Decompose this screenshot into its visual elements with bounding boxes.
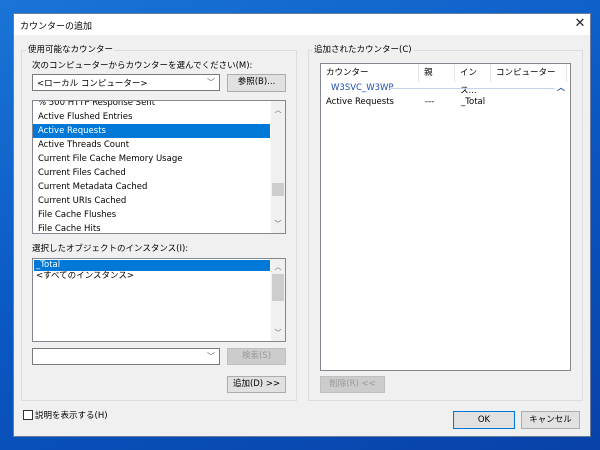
counter-item[interactable]: Active Flushed Entries [33, 110, 270, 124]
row-parent: --- [425, 97, 435, 107]
group-header[interactable]: W3SVC_W3WP [331, 83, 394, 93]
instance-item[interactable]: <すべてのインスタンス> [34, 271, 270, 282]
scroll-up-icon[interactable]: ︿ [271, 260, 285, 274]
scroll-thumb[interactable] [272, 183, 284, 196]
counter-list[interactable]: % 500 HTTP Response Sent Active Flushed E… [32, 100, 286, 234]
column-header-computer[interactable]: コンピューター [491, 64, 567, 82]
computer-value: <ローカル コンピューター> [37, 79, 148, 89]
scroll-down-icon[interactable]: ﹀ [271, 217, 285, 231]
group-divider [389, 88, 555, 89]
counter-item[interactable]: Current Metadata Cached [33, 180, 270, 194]
counter-item[interactable]: Current URIs Cached [33, 194, 270, 208]
added-counters-label: 追加されたカウンター(C) [312, 43, 414, 55]
chevron-down-icon: ﹀ [207, 352, 215, 361]
chevron-down-icon: ﹀ [207, 78, 215, 87]
column-header-instance[interactable]: インス... [455, 64, 491, 96]
browse-button[interactable]: 参照(B)... [227, 74, 286, 92]
cancel-button[interactable]: キャンセル [521, 411, 580, 429]
counter-item[interactable]: File Cache Flushes [33, 208, 270, 222]
scroll-thumb[interactable] [272, 274, 284, 301]
counter-item[interactable]: % 500 HTTP Response Sent [33, 101, 270, 110]
show-description-label[interactable]: 説明を表示する(H) [35, 409, 108, 421]
counter-list-scrollbar[interactable]: ︿ ﹀ [271, 101, 285, 233]
collapse-group-icon[interactable]: ︿ [557, 82, 565, 93]
added-counters-listview[interactable]: カウンター 親 インス... コンピューター W3SVC_W3WP ︿ Acti… [320, 63, 571, 371]
remove-button[interactable]: 削除(R) << [320, 376, 385, 393]
counter-item[interactable]: Current Files Cached [33, 166, 270, 180]
counter-item[interactable]: File Cache Hits [33, 222, 270, 233]
computer-label: 次のコンピューターからカウンターを選んでください(M): [32, 61, 253, 71]
instance-list[interactable]: _Total <すべてのインスタンス> ︿ ﹀ [32, 258, 286, 342]
row-counter: Active Requests [326, 97, 394, 107]
ok-button[interactable]: OK [453, 411, 515, 429]
counter-item[interactable]: Current File Cache Memory Usage [33, 152, 270, 166]
column-header-counter[interactable]: カウンター [321, 64, 419, 82]
search-button[interactable]: 検索(S) [227, 348, 286, 365]
column-header-parent[interactable]: 親 [419, 64, 455, 82]
title-bar: カウンターの追加 ✕ [14, 14, 590, 35]
search-combo[interactable]: ﹀ [32, 348, 220, 365]
added-counter-row[interactable]: Active Requests --- _Total [321, 97, 570, 111]
row-instance: _Total [461, 97, 486, 107]
show-description-checkbox[interactable] [23, 410, 33, 420]
counter-item[interactable]: Active Threads Count [33, 138, 270, 152]
close-icon[interactable]: ✕ [572, 16, 588, 32]
scroll-down-icon[interactable]: ﹀ [271, 326, 285, 340]
instance-item[interactable]: _Total [34, 260, 270, 271]
scroll-up-icon[interactable]: ︿ [271, 103, 285, 117]
instance-list-scrollbar[interactable]: ︿ ﹀ [271, 259, 285, 341]
instances-label: 選択したオブジェクトのインスタンス(I): [32, 244, 189, 254]
add-counters-dialog: カウンターの追加 ✕ 使用可能なカウンター 次のコンピューターからカウンターを選… [13, 13, 591, 437]
dialog-title: カウンターの追加 [20, 22, 93, 32]
computer-combo[interactable]: <ローカル コンピューター> ﹀ [32, 74, 220, 91]
available-counters-label: 使用可能なカウンター [26, 43, 116, 55]
counter-item[interactable]: Active Requests [33, 124, 270, 138]
add-button[interactable]: 追加(D) >> [227, 376, 286, 393]
